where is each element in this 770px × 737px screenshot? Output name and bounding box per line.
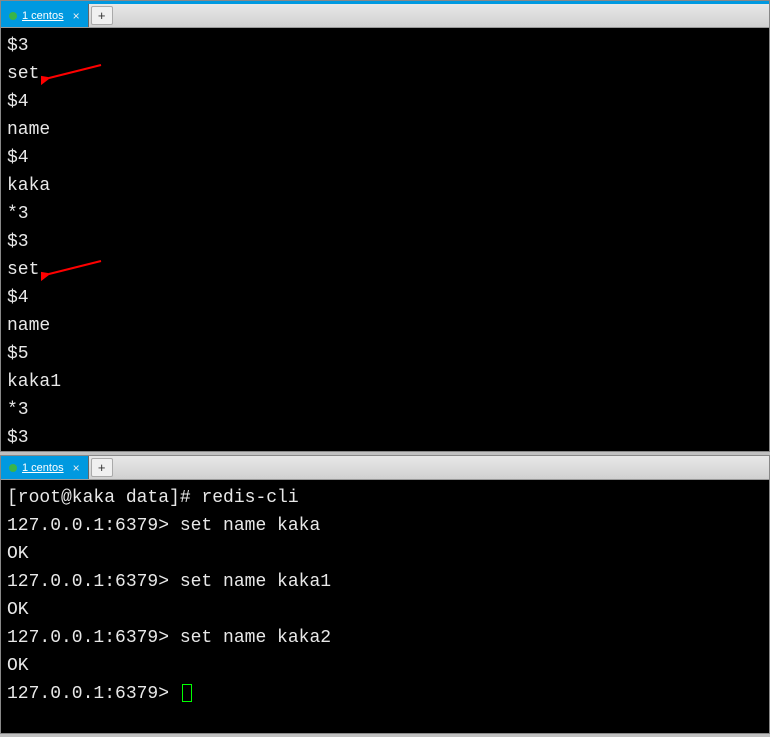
- redis-cmd-line: 127.0.0.1:6379> set name kaka2: [7, 624, 763, 652]
- output-line: $5: [7, 340, 763, 368]
- top-terminal-window: 1 centos × + $3 set $4 name $4 kaka *3 $…: [0, 0, 770, 452]
- output-line: name: [7, 116, 763, 144]
- close-icon[interactable]: ×: [73, 9, 80, 23]
- tab-bar: 1 centos × +: [1, 456, 769, 480]
- output-line: *3: [7, 396, 763, 424]
- tab-bar: 1 centos × +: [1, 4, 769, 28]
- redis-response-line: OK: [7, 596, 763, 624]
- arrow-annotation-icon: [41, 62, 111, 86]
- output-line: $4: [7, 144, 763, 172]
- shell-prompt-line: [root@kaka data]# redis-cli: [7, 484, 763, 512]
- tab-label: 1 centos: [22, 462, 64, 474]
- output-line: *3: [7, 200, 763, 228]
- terminal-output[interactable]: $3 set $4 name $4 kaka *3 $3 set: [1, 28, 769, 456]
- add-tab-button[interactable]: +: [91, 458, 113, 477]
- redis-prompt-current: 127.0.0.1:6379>: [7, 680, 763, 708]
- output-line: $4: [7, 284, 763, 312]
- redis-response-line: OK: [7, 540, 763, 568]
- terminal-output[interactable]: [root@kaka data]# redis-cli 127.0.0.1:63…: [1, 480, 769, 712]
- output-line: name: [7, 312, 763, 340]
- output-line: $4: [7, 88, 763, 116]
- tab-label: 1 centos: [22, 10, 64, 22]
- output-line: kaka: [7, 172, 763, 200]
- bottom-terminal-window: 1 centos × + [root@kaka data]# redis-cli…: [0, 455, 770, 734]
- tab-centos[interactable]: 1 centos ×: [1, 4, 89, 27]
- output-line: $3: [7, 228, 763, 256]
- output-line: $3: [7, 424, 763, 452]
- tab-centos[interactable]: 1 centos ×: [1, 456, 89, 479]
- connection-status-icon: [9, 12, 17, 20]
- output-line: set: [7, 60, 39, 88]
- output-line: $3: [7, 32, 763, 60]
- close-icon[interactable]: ×: [73, 461, 80, 475]
- arrow-annotation-icon: [41, 258, 111, 282]
- add-tab-button[interactable]: +: [91, 6, 113, 25]
- redis-cmd-line: 127.0.0.1:6379> set name kaka1: [7, 568, 763, 596]
- output-line-annotated: set: [7, 256, 763, 284]
- connection-status-icon: [9, 464, 17, 472]
- redis-response-line: OK: [7, 652, 763, 680]
- output-line: set: [7, 256, 39, 284]
- redis-cmd-line: 127.0.0.1:6379> set name kaka: [7, 512, 763, 540]
- output-line: kaka1: [7, 368, 763, 396]
- output-line-annotated: set: [7, 60, 763, 88]
- cursor-icon: [182, 684, 192, 702]
